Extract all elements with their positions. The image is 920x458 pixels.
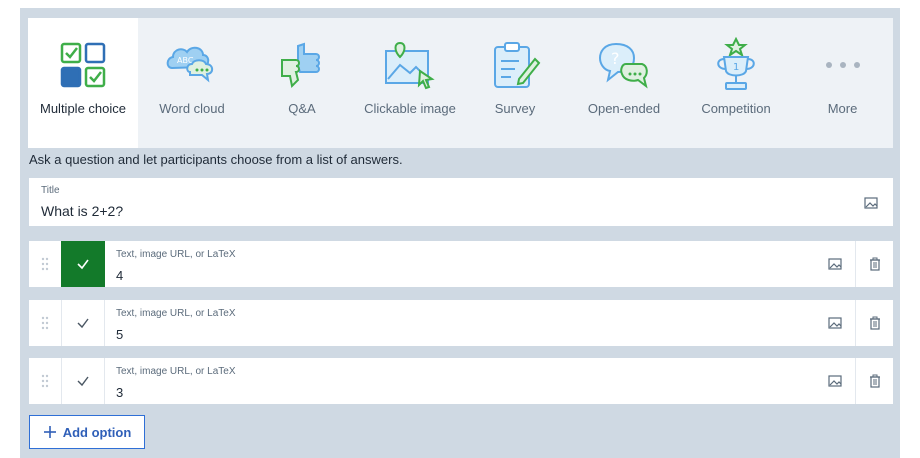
word-cloud-icon: ABC xyxy=(164,37,220,93)
correct-answer-toggle[interactable] xyxy=(61,241,105,287)
checkmark-icon xyxy=(77,376,89,387)
multiple-choice-icon xyxy=(55,37,111,93)
option-add-image-icon[interactable] xyxy=(815,241,855,287)
question-editor-panel: Multiple choice ABC Word cloud Q&A Click… xyxy=(20,8,900,458)
title-field[interactable]: Title What is 2+2? xyxy=(29,178,893,226)
option-add-image-icon[interactable] xyxy=(815,358,855,404)
title-field-value[interactable]: What is 2+2? xyxy=(41,203,123,219)
drag-handle-icon[interactable] xyxy=(29,300,60,346)
tab-multiple-choice[interactable]: Multiple choice xyxy=(28,18,138,148)
open-ended-icon: ? xyxy=(596,37,652,93)
checkmark-icon xyxy=(77,318,89,329)
option-value[interactable]: 3 xyxy=(116,385,123,400)
answer-option: Text, image URL, or LaTeX 4 xyxy=(29,241,893,287)
tab-label: Survey xyxy=(494,101,536,116)
tab-qa[interactable]: Q&A xyxy=(246,18,358,148)
tab-open-ended[interactable]: ? Open-ended xyxy=(568,18,680,148)
delete-option-icon[interactable] xyxy=(855,358,894,404)
correct-answer-toggle[interactable] xyxy=(61,300,105,346)
tab-label: Competition xyxy=(701,101,771,116)
title-field-label: Title xyxy=(41,185,60,196)
svg-text:1: 1 xyxy=(733,62,739,73)
delete-option-icon[interactable] xyxy=(855,300,894,346)
option-placeholder: Text, image URL, or LaTeX xyxy=(116,249,236,260)
answer-option: Text, image URL, or LaTeX 5 xyxy=(29,300,893,346)
question-type-description: Ask a question and let participants choo… xyxy=(29,152,403,167)
more-dots-icon xyxy=(815,37,871,93)
drag-handle-icon[interactable] xyxy=(29,358,60,404)
tab-label: Multiple choice xyxy=(40,101,126,116)
question-type-tabs: Multiple choice ABC Word cloud Q&A Click… xyxy=(28,18,893,148)
delete-option-icon[interactable] xyxy=(855,241,894,287)
option-value[interactable]: 5 xyxy=(116,327,123,342)
tab-label: Word cloud xyxy=(159,101,225,116)
tab-label: Q&A xyxy=(288,101,316,116)
checkmark-icon xyxy=(77,259,89,270)
thumbs-icon xyxy=(274,37,330,93)
answer-option: Text, image URL, or LaTeX 3 xyxy=(29,358,893,404)
title-add-image-icon[interactable] xyxy=(862,194,880,212)
tab-label: Clickable image xyxy=(364,101,456,116)
plus-icon xyxy=(43,426,56,438)
correct-answer-toggle[interactable] xyxy=(61,358,105,404)
tab-more[interactable]: More xyxy=(792,18,893,148)
tab-clickable-image[interactable]: Clickable image xyxy=(358,18,462,148)
tab-label: Open-ended xyxy=(587,101,661,116)
survey-clipboard-icon xyxy=(487,37,543,93)
svg-text:?: ? xyxy=(611,49,620,68)
tab-survey[interactable]: Survey xyxy=(462,18,568,148)
option-value[interactable]: 4 xyxy=(116,268,123,283)
add-option-button[interactable]: Add option xyxy=(29,415,145,449)
tab-competition[interactable]: 1 Competition xyxy=(680,18,792,148)
option-placeholder: Text, image URL, or LaTeX xyxy=(116,308,236,319)
option-placeholder: Text, image URL, or LaTeX xyxy=(116,366,236,377)
add-option-label: Add option xyxy=(62,424,132,440)
trophy-icon: 1 xyxy=(708,37,764,93)
clickable-image-icon xyxy=(382,37,438,93)
tab-word-cloud[interactable]: ABC Word cloud xyxy=(138,18,246,148)
option-add-image-icon[interactable] xyxy=(815,300,855,346)
tab-label: More xyxy=(827,101,858,116)
drag-handle-icon[interactable] xyxy=(29,241,60,287)
